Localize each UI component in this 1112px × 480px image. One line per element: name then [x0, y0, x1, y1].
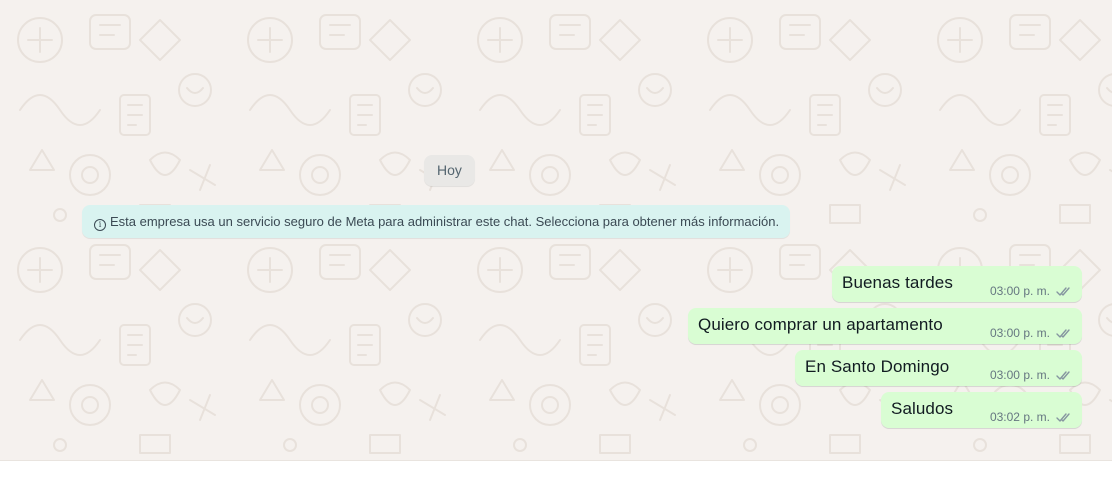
outgoing-message[interactable]: Quiero comprar un apartamento 03:00 p. m… — [688, 308, 1082, 344]
double-check-icon — [1056, 328, 1070, 338]
date-divider: Hoy — [424, 155, 475, 186]
message-time: 03:00 p. m. — [989, 284, 1050, 298]
encryption-notice[interactable]: i Esta empresa usa un servicio seguro de … — [82, 205, 791, 238]
outgoing-message[interactable]: En Santo Domingo 03:00 p. m. — [795, 350, 1082, 386]
message-time: 03:02 p. m. — [989, 410, 1050, 424]
message-text: Buenas tardes — [842, 273, 953, 292]
outgoing-message[interactable]: Saludos 03:02 p. m. — [881, 392, 1082, 428]
double-check-icon — [1056, 286, 1070, 296]
chat-panel: Hoy i Esta empresa usa un servicio seguro… — [0, 0, 1112, 460]
double-check-icon — [1056, 370, 1070, 380]
notice-text: Esta empresa usa un servicio seguro de M… — [110, 214, 780, 229]
outgoing-message[interactable]: Buenas tardes 03:00 p. m. — [832, 266, 1082, 302]
info-icon: i — [94, 219, 106, 231]
message-text: En Santo Domingo — [805, 357, 950, 376]
message-meta: 03:00 p. m. — [990, 326, 1072, 340]
message-text: Saludos — [891, 399, 954, 418]
message-meta: 03:02 p. m. — [990, 410, 1072, 424]
message-time: 03:00 p. m. — [989, 326, 1050, 340]
composer-edge — [0, 460, 1112, 480]
double-check-icon — [1056, 412, 1070, 422]
message-meta: 03:00 p. m. — [990, 284, 1072, 298]
message-meta: 03:00 p. m. — [990, 368, 1072, 382]
message-time: 03:00 p. m. — [989, 368, 1050, 382]
message-text: Quiero comprar un apartamento — [698, 315, 943, 334]
